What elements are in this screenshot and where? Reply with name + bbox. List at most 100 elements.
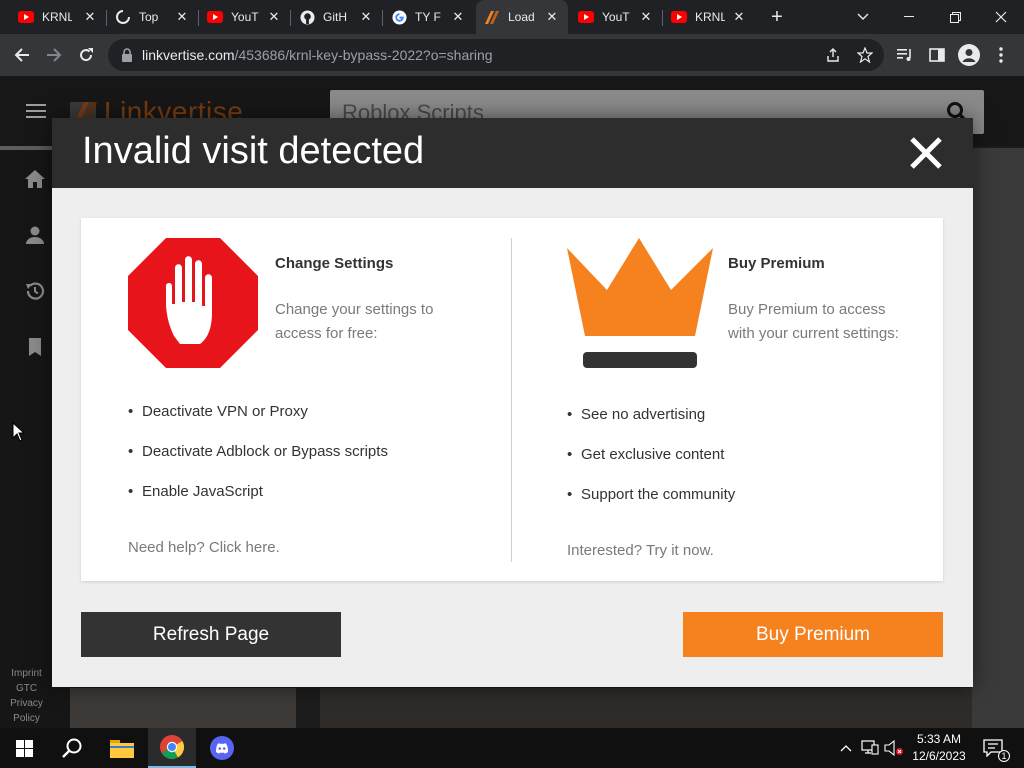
network-icon[interactable] [860,738,880,758]
clock-time: 5:33 AM [916,732,962,746]
modal-header: Invalid visit detected [52,118,973,188]
url-path: /453686/krnl-key-bypass-2022?o=sharing [234,47,493,63]
home-icon[interactable] [24,168,46,190]
tab-google[interactable]: TY F ✕ [383,0,474,34]
mouse-cursor-icon [12,422,26,442]
back-button[interactable] [8,41,36,69]
crown-icon [567,238,713,368]
close-icon [995,11,1007,23]
tab-krnl-1[interactable]: KRNL ✕ [10,0,106,34]
tab-github[interactable]: GitH ✕ [291,0,382,34]
youtube-icon [671,9,687,25]
close-icon[interactable] [908,135,944,171]
buy-premium-button[interactable]: Buy Premium [683,612,943,657]
chrome-icon [160,735,184,759]
tab-title: KRNL [42,10,72,24]
tab-youtube-1[interactable]: YouT ✕ [199,0,290,34]
minimize-button[interactable] [886,0,932,34]
change-settings-title: Change Settings [275,255,394,272]
change-settings-list: Deactivate VPN or Proxy Deactivate Adblo… [128,403,388,523]
restore-button[interactable] [932,0,978,34]
close-window-button[interactable] [978,0,1024,34]
tab-search-button[interactable] [840,0,886,34]
modal-title: Invalid visit detected [82,130,425,172]
tab-top[interactable]: Top ✕ [107,0,198,34]
list-item: Deactivate VPN or Proxy [128,403,388,443]
tab-title: TY F [415,10,441,24]
close-tab-icon[interactable]: ✕ [731,9,747,25]
discord-taskbar-button[interactable] [198,728,246,768]
tab-youtube-2[interactable]: YouT ✕ [570,0,662,34]
background-image [320,688,972,728]
tab-loading-active[interactable]: Load ✕ [476,0,568,34]
bookmark-icon[interactable] [24,336,46,358]
profile-avatar-icon[interactable] [958,44,980,66]
lock-icon [122,48,132,62]
loading-icon [115,9,131,25]
forward-button[interactable] [40,41,68,69]
google-icon [391,9,407,25]
close-tab-icon[interactable]: ✕ [82,9,98,25]
youtube-icon [207,9,223,25]
policy-link[interactable]: Policy [0,711,53,726]
chrome-taskbar-button[interactable] [148,728,196,768]
start-button[interactable] [0,728,48,768]
close-tab-icon[interactable]: ✕ [358,9,374,25]
history-icon[interactable] [24,280,46,302]
tab-title: YouT [231,10,259,24]
gtc-link[interactable]: GTC [0,681,53,696]
tab-title: Top [139,10,159,24]
windows-taskbar: 5:33 AM 12/6/2023 1 [0,728,1024,768]
close-tab-icon[interactable]: ✕ [174,9,190,25]
hamburger-menu-icon[interactable] [26,104,46,118]
privacy-link[interactable]: Privacy [0,696,53,711]
list-item: Get exclusive content [567,446,735,486]
close-tab-icon[interactable]: ✕ [450,9,466,25]
tab-krnl-2[interactable]: KRNL ✕ [663,0,755,34]
tab-strip: KRNL ✕ Top ✕ YouT ✕ GitH ✕ TY F ✕ Load ✕… [0,0,1024,34]
volume-muted-icon[interactable] [884,738,904,758]
clock-date: 12/6/2023 [912,749,966,763]
chevron-down-icon [857,13,869,20]
search-icon [62,738,82,758]
refresh-page-button[interactable]: Refresh Page [81,612,341,657]
minimize-icon [904,16,914,17]
folder-icon [110,740,134,758]
try-premium-link[interactable]: Interested? Try it now. [567,542,714,559]
youtube-icon [18,9,34,25]
tab-title: YouT [602,10,630,24]
linkvertise-icon [484,9,500,25]
windows-logo-icon [15,739,33,757]
reload-button[interactable] [72,41,100,69]
change-settings-desc: Change your settings to access for free: [275,301,434,342]
reload-icon [80,48,93,62]
media-control-icon[interactable] [894,44,916,66]
bookmark-star-icon[interactable] [856,46,874,64]
buy-premium-list: See no advertising Get exclusive content… [567,406,735,526]
side-panel-icon[interactable] [926,44,948,66]
address-bar[interactable]: linkvertise.com/453686/krnl-key-bypass-2… [108,39,884,71]
list-item: Deactivate Adblock or Bypass scripts [128,443,388,483]
tab-title: KRNL [695,10,725,24]
list-item: Support the community [567,486,735,526]
github-icon [299,9,315,25]
browser-toolbar: linkvertise.com/453686/krnl-key-bypass-2… [0,34,1024,76]
close-tab-icon[interactable]: ✕ [638,9,654,25]
notification-center-button[interactable]: 1 [982,738,1010,762]
invalid-visit-modal: Invalid visit detected Change Settings C… [52,118,973,687]
file-explorer-button[interactable] [98,728,146,768]
forward-arrow-icon [47,48,62,62]
footer-links: Imprint GTC Privacy Policy [0,666,55,726]
help-link[interactable]: Need help? Click here. [128,539,280,556]
system-clock[interactable]: 5:33 AM 12/6/2023 [906,731,972,765]
user-icon[interactable] [24,224,46,246]
close-tab-icon[interactable]: ✕ [266,9,282,25]
close-tab-icon[interactable]: ✕ [544,9,560,25]
imprint-link[interactable]: Imprint [0,666,53,681]
menu-dots-icon[interactable] [990,44,1012,66]
taskbar-search-button[interactable] [48,728,96,768]
new-tab-button[interactable]: + [766,6,788,28]
tray-overflow-chevron-icon[interactable] [836,738,856,758]
share-icon[interactable] [824,46,842,64]
option-divider [511,238,512,562]
